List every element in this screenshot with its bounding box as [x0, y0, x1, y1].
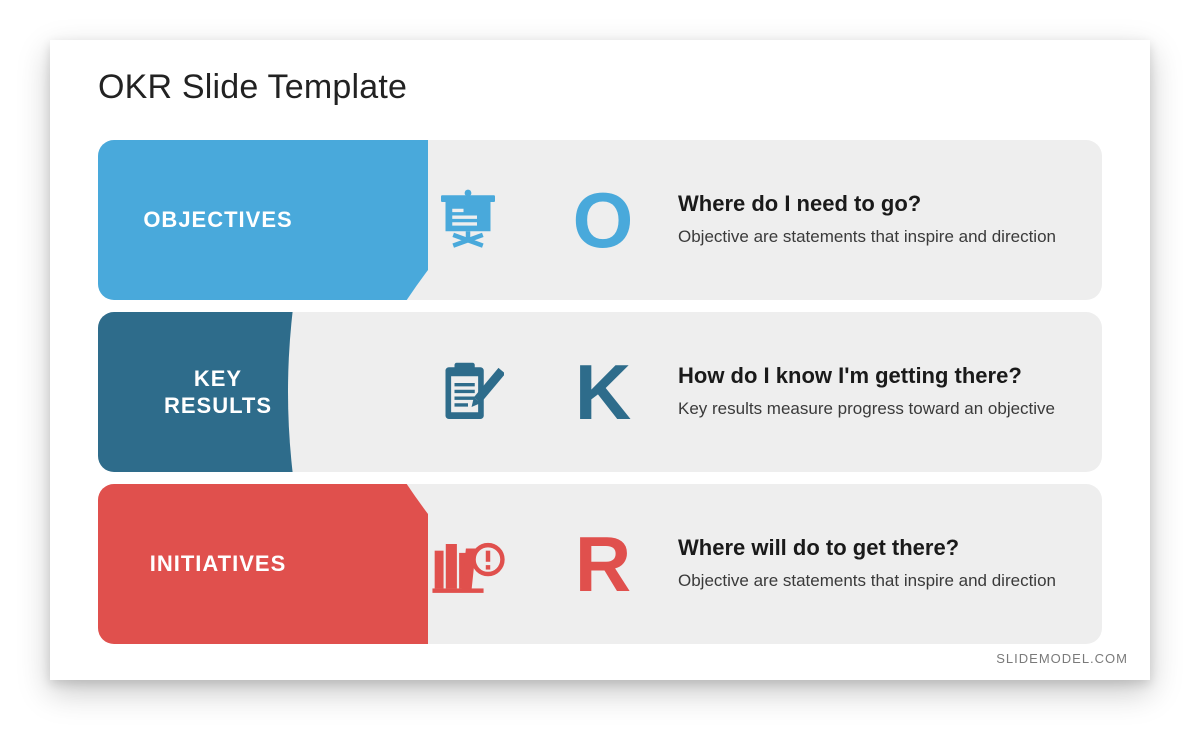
text-block: Where will do to get there? Objective ar…	[678, 484, 1062, 644]
clipboard-pencil-icon	[408, 312, 528, 472]
row-description: Objective are statements that inspire an…	[678, 570, 1062, 593]
row-objectives: OBJECTIVES O	[98, 140, 1102, 300]
books-alert-icon	[408, 484, 528, 644]
letter-r: R	[558, 484, 648, 644]
label-text: INITIATIVES	[98, 484, 338, 644]
label-panel: OBJECTIVES	[98, 140, 428, 300]
slide-card: OKR Slide Template OBJECTIVES	[50, 40, 1150, 680]
label-text: KEY RESULTS	[98, 312, 338, 472]
label-text: OBJECTIVES	[98, 140, 338, 300]
letter-k: K	[558, 312, 648, 472]
row-description: Key results measure progress toward an o…	[678, 398, 1062, 421]
label-panel: KEY RESULTS	[98, 312, 428, 472]
row-question: How do I know I'm getting there?	[678, 363, 1062, 389]
rows-container: OBJECTIVES O	[98, 140, 1102, 656]
slide-title: OKR Slide Template	[98, 68, 407, 107]
presentation-board-icon	[408, 140, 528, 300]
row-question: Where will do to get there?	[678, 535, 1062, 561]
label-panel: INITIATIVES	[98, 484, 428, 644]
text-block: Where do I need to go? Objective are sta…	[678, 140, 1062, 300]
letter-o: O	[558, 140, 648, 300]
row-key-results: KEY RESULTS	[98, 312, 1102, 472]
row-question: Where do I need to go?	[678, 191, 1062, 217]
row-initiatives: INITIATIVES R Where	[98, 484, 1102, 644]
footer-brand: SLIDEMODEL.COM	[996, 651, 1128, 666]
stage: OKR Slide Template OBJECTIVES	[0, 0, 1200, 743]
row-description: Objective are statements that inspire an…	[678, 226, 1062, 249]
text-block: How do I know I'm getting there? Key res…	[678, 312, 1062, 472]
